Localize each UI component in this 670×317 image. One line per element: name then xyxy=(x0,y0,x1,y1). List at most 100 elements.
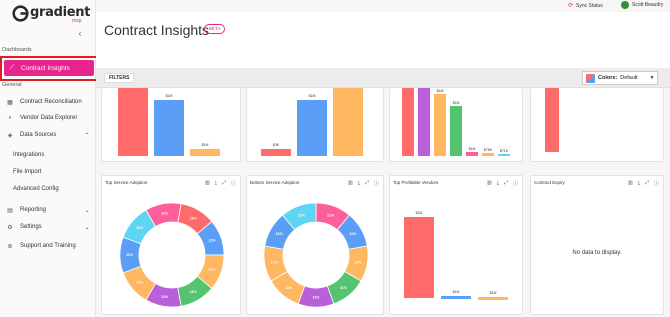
topbar: ⟳ Sync Status Scott Beaudry xyxy=(96,0,670,12)
chart-data-label: $78K xyxy=(484,148,493,152)
chart-card-top-3: $1M $1M $1M $78K $71K xyxy=(389,88,523,162)
donut-slice-label: 11% xyxy=(161,211,169,215)
chart-bar xyxy=(154,100,184,156)
download-icon[interactable]: ⤓ xyxy=(638,180,640,187)
colors-select[interactable]: Colors: Default ▾ xyxy=(582,71,658,85)
avatar xyxy=(621,1,629,9)
chart-bar xyxy=(402,88,414,156)
sidebar-item-label: Vendor Data Explorer xyxy=(20,115,78,121)
chevron-up-icon: ⌃ xyxy=(84,132,90,139)
chart-data-label: $1M xyxy=(490,291,497,295)
donut-slice-label: 11% xyxy=(298,213,306,217)
donut-slice-label: 11% xyxy=(285,286,293,290)
chart-card-bottom-service-adoption: Bottom Service Adoption ▥ ⤓ ⤢ ⓘ 11% 11% 11… xyxy=(246,175,384,315)
sidebar-item-vendor-data-explorer[interactable]: ⌕ Vendor Data Explorer xyxy=(0,111,96,125)
colors-value: Default xyxy=(620,75,638,81)
document-icon: ▤ xyxy=(7,207,13,214)
donut-slice-label: 11% xyxy=(208,239,216,243)
section-label-dashboards: Dashboards xyxy=(2,47,32,53)
table-icon: ▦ xyxy=(7,99,13,106)
page-header: Contract Insights BETA xyxy=(96,12,670,68)
donut-slice-label: 11% xyxy=(354,261,362,265)
chart-svg: $1M $1M xyxy=(118,88,220,156)
info-icon[interactable]: ⓘ xyxy=(654,180,659,187)
gradient-logo-icon xyxy=(12,5,29,22)
donut-slice-label: 11% xyxy=(313,296,321,300)
chart-bar xyxy=(478,297,508,300)
filter-bar: FILTERS Colors: Default ▾ xyxy=(96,68,670,88)
sidebar-item-reporting[interactable]: ▤ Reporting ⌄ xyxy=(0,203,96,217)
donut-chart: 11% 11% 11% 11% 11% 11% 11% 11% 11% xyxy=(263,202,369,308)
sync-label: Sync Status xyxy=(576,2,603,9)
donut-slice-label: 11% xyxy=(161,295,169,299)
chart-data-label: $1M xyxy=(416,211,423,215)
card-toolbar: ▥ ⤓ ⤢ ⓘ xyxy=(628,180,659,187)
donut-slice-label: 11% xyxy=(136,226,144,230)
filters-button[interactable]: FILTERS xyxy=(104,73,135,83)
card-title: Contract Expiry xyxy=(534,180,565,185)
chart-svg: $1M $1M $1M $78K $71K xyxy=(402,88,510,156)
cube-icon: ◈ xyxy=(7,132,13,139)
sidebar-subitem-integrations[interactable]: Integrations xyxy=(13,152,44,158)
donut-slice-label: 11% xyxy=(271,261,279,265)
donut-slice-label: 11% xyxy=(340,286,348,290)
brand-logo[interactable]: gradient msp xyxy=(12,4,92,24)
chart-card-top-1: $1M $1M xyxy=(101,88,241,162)
chart-bar xyxy=(261,149,291,156)
chart-svg: $3K $1M xyxy=(261,88,363,156)
chart-bar xyxy=(434,94,446,156)
sidebar-subitem-file-import[interactable]: File Import xyxy=(13,169,41,175)
chevron-down-icon: ⌄ xyxy=(84,224,90,231)
user-name: Scott Beaudry xyxy=(632,2,664,8)
section-label-general: General xyxy=(2,82,22,88)
chart-data-label: $71K xyxy=(500,149,509,153)
chart-bar xyxy=(404,217,434,298)
chart-bar xyxy=(498,154,510,156)
chart-bar xyxy=(190,149,220,156)
user-menu[interactable]: Scott Beaudry xyxy=(621,1,663,9)
sidebar-item-contract-insights[interactable]: ⟋ Contract Insights xyxy=(4,60,94,76)
chart-card-top-profitable-vendors: Top Profitable Vendors ▥ ⤓ ⤢ ⓘ $1M $1M $… xyxy=(389,175,523,315)
chart-type-icon[interactable]: ▥ xyxy=(628,180,633,187)
chart-card-top-2: $3K $1M xyxy=(246,88,384,162)
sidebar-item-settings[interactable]: ⚙ Settings ⌄ xyxy=(0,220,96,234)
sidebar-item-support-and-training[interactable]: ⊛ Support and Training xyxy=(0,239,96,253)
sidebar-item-contract-reconciliation[interactable]: ▦ Contract Reconciliation xyxy=(0,95,96,109)
chart-data-label: $1M xyxy=(469,147,476,151)
sidebar-item-label: Settings xyxy=(20,224,42,230)
donut-slice-label: 11% xyxy=(190,290,198,294)
chart-svg: $1M $1M $1M xyxy=(404,211,508,300)
chart-bar xyxy=(333,88,363,156)
donut-chart: 11% 11% 11% 11% 11% 11% 11% 11% 11% xyxy=(119,202,225,308)
chart-card-top-service-adoption: Top Service Adoption ▥ ⤓ ⤢ ⓘ 11% 11% 11% 11… xyxy=(101,175,241,315)
chart-data-label: $1M xyxy=(202,143,209,147)
chevron-down-icon: ⌄ xyxy=(84,207,90,214)
sidebar-item-label: Contract Insights xyxy=(21,64,70,72)
chart-bar xyxy=(297,100,327,156)
chart-data-label: $3K xyxy=(273,143,280,147)
collapse-sidebar-icon[interactable]: ‹ xyxy=(76,30,84,38)
chart-card-top-4 xyxy=(530,88,664,162)
chart-data-label: $1M xyxy=(453,101,460,105)
donut-slice-label: 11% xyxy=(276,232,284,236)
sidebar-item-label: Support and Training xyxy=(20,243,76,249)
beta-badge: BETA xyxy=(204,24,226,34)
chart-data-label: $1M xyxy=(309,94,316,98)
donut-slice-label: 11% xyxy=(208,268,216,272)
empty-state-text: No data to display. xyxy=(572,250,622,256)
chart-data-label: $1M xyxy=(437,89,444,93)
sync-status[interactable]: ⟳ Sync Status xyxy=(568,2,603,10)
help-icon: ⊛ xyxy=(7,243,13,250)
chart-bar xyxy=(441,296,471,299)
chart-bar xyxy=(482,153,494,156)
sidebar-subitem-advanced-config[interactable]: Advanced Config xyxy=(13,186,59,192)
expand-icon[interactable]: ⤢ xyxy=(645,180,649,187)
colors-label: Colors: xyxy=(598,75,618,81)
chevron-down-icon: ▾ xyxy=(650,75,654,81)
sidebar-item-label: Contract Reconciliation xyxy=(20,99,82,105)
sidebar-item-data-sources[interactable]: ◈ Data Sources ⌃ xyxy=(0,128,96,142)
chart-data-label: $1M xyxy=(453,290,460,294)
chart-bar xyxy=(118,88,148,156)
donut-slice-label: 11% xyxy=(136,281,144,285)
chart-data-label: $1M xyxy=(166,94,173,98)
